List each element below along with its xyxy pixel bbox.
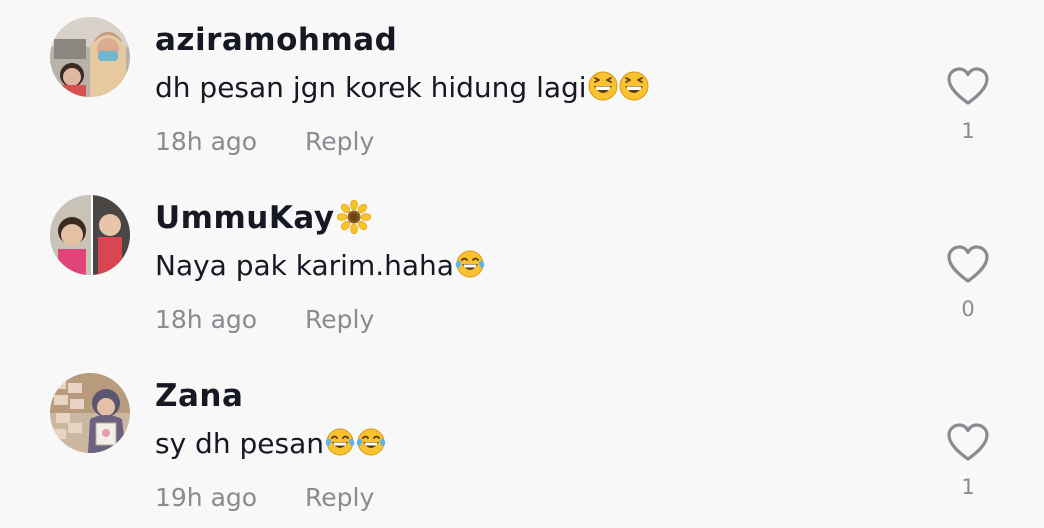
- comment-text-body: sy dh pesan: [155, 427, 324, 460]
- reply-button[interactable]: Reply: [305, 302, 374, 338]
- reply-button[interactable]: Reply: [305, 124, 374, 160]
- heart-icon[interactable]: [944, 65, 992, 107]
- sunflower-icon: [337, 200, 371, 234]
- grinning-squinting-face-icon: [588, 71, 618, 101]
- comment-item: UmmuKay Naya pak karim.haha 18h ago Reply…: [0, 178, 1044, 348]
- grinning-squinting-face-icon: [619, 71, 649, 101]
- like-count: 1: [961, 475, 975, 499]
- avatar[interactable]: [50, 373, 130, 453]
- comment-meta: 19h ago Reply: [155, 480, 374, 516]
- avatar[interactable]: [50, 195, 130, 275]
- avatar[interactable]: [50, 17, 130, 97]
- comment-timestamp: 19h ago: [155, 483, 258, 512]
- like-count: 0: [961, 297, 975, 321]
- comment-meta: 18h ago Reply: [155, 124, 374, 160]
- avatar-image: [50, 17, 130, 97]
- avatar-image: [50, 373, 130, 453]
- avatar-image: [50, 195, 130, 275]
- comment-text-body: Naya pak karim.haha: [155, 249, 454, 282]
- comment-text: Naya pak karim.haha: [155, 246, 485, 286]
- reply-button[interactable]: Reply: [305, 480, 374, 516]
- heart-icon[interactable]: [944, 243, 992, 285]
- comment-text: dh pesan jgn korek hidung lagi: [155, 68, 649, 108]
- like-count: 1: [961, 119, 975, 143]
- comment-item: aziramohmad dh pesan jgn korek hidung la…: [0, 0, 1044, 170]
- comment-username[interactable]: Zana: [155, 376, 243, 416]
- comment-username[interactable]: UmmuKay: [155, 198, 371, 238]
- comment-username-text: UmmuKay: [155, 200, 335, 236]
- face-with-tears-of-joy-icon: [356, 427, 386, 457]
- comment-meta: 18h ago Reply: [155, 302, 374, 338]
- comment-text: sy dh pesan: [155, 424, 386, 464]
- face-with-tears-of-joy-icon: [325, 427, 355, 457]
- comment-item: Zana sy dh pesan 19h ago Reply 1: [0, 356, 1044, 526]
- comment-timestamp: 18h ago: [155, 127, 258, 156]
- heart-icon[interactable]: [944, 421, 992, 463]
- comment-username[interactable]: aziramohmad: [155, 20, 397, 60]
- comment-list: aziramohmad dh pesan jgn korek hidung la…: [0, 0, 1044, 528]
- comment-text-body: dh pesan jgn korek hidung lagi: [155, 71, 587, 104]
- comment-timestamp: 18h ago: [155, 305, 258, 334]
- face-with-tears-of-joy-icon: [455, 249, 485, 279]
